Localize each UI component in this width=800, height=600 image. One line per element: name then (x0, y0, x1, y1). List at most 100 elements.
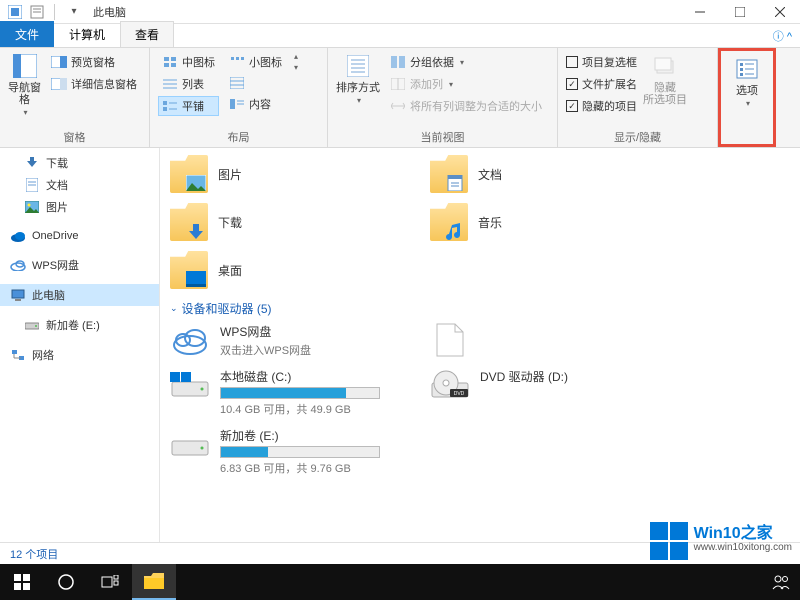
folder-pictures[interactable]: 图片 (170, 152, 390, 196)
folder-music[interactable]: 音乐 (430, 200, 650, 244)
folder-icon (170, 155, 208, 193)
layout-list-button[interactable]: 列表 (158, 74, 219, 94)
drive-dvd[interactable]: DVD DVD 驱动器 (D:) (430, 368, 670, 417)
folder-desktop[interactable]: 桌面 (170, 248, 390, 292)
options-button[interactable]: 选项 ▾ (729, 55, 765, 108)
preview-pane-icon (51, 55, 67, 69)
sort-button[interactable]: 排序方式 ▾ (336, 52, 380, 105)
layout-content-button[interactable]: 内容 (225, 94, 286, 114)
main-area: 下载 文档 图片 OneDrive WPS网盘 此电脑 新加卷 (E:) 网络 … (0, 148, 800, 542)
sidebar-item-network[interactable]: 网络 (0, 344, 159, 366)
app-icon (6, 3, 24, 21)
onedrive-icon (10, 229, 26, 243)
autosize-button: 将所有列调整为合适的大小 (386, 96, 546, 116)
preview-pane-button[interactable]: 预览窗格 (47, 52, 141, 72)
start-button[interactable] (0, 564, 44, 600)
quick-access-toolbar: ▾ 此电脑 (0, 3, 126, 21)
details-icon (229, 76, 245, 90)
drive-wps[interactable]: WPS网盘 双击进入WPS网盘 (170, 323, 410, 358)
sidebar-item-onedrive[interactable]: OneDrive (0, 226, 159, 246)
drive-icon (170, 427, 210, 461)
qat-dropdown-icon[interactable]: ▾ (65, 3, 83, 21)
cloud-icon (10, 258, 26, 272)
ribbon-help-icon[interactable]: ⓘ ^ (773, 28, 792, 44)
sidebar-item-wps[interactable]: WPS网盘 (0, 254, 159, 276)
checkbox-icon (566, 56, 578, 68)
folder-icon (170, 251, 208, 289)
chevron-down-icon: ▾ (460, 58, 464, 67)
tab-view[interactable]: 查看 (120, 21, 174, 47)
drive-blank[interactable] (430, 323, 670, 358)
group-icon (390, 55, 406, 69)
group-label-panes: 窗格 (8, 127, 141, 145)
tiles-icon (162, 99, 178, 113)
groupby-button[interactable]: 分组依据▾ (386, 52, 546, 72)
properties-icon[interactable] (28, 3, 46, 21)
devices-header[interactable]: ⌄ 设备和驱动器 (5) (170, 300, 800, 317)
network-icon (10, 348, 26, 362)
sidebar-item-documents[interactable]: 文档 (0, 174, 159, 196)
file-icon (430, 323, 470, 357)
window-controls (680, 0, 800, 24)
drive-icon (24, 318, 40, 332)
people-icon[interactable] (772, 574, 790, 590)
drive-c[interactable]: 本地磁盘 (C:) 10.4 GB 可用，共 49.9 GB (170, 368, 410, 417)
folder-downloads[interactable]: 下载 (170, 200, 390, 244)
sidebar-item-thispc[interactable]: 此电脑 (0, 284, 159, 306)
nav-pane-button[interactable]: 导航窗格 ▾ (8, 52, 41, 117)
chk-extensions[interactable]: ✓文件扩展名 (566, 74, 637, 94)
chevron-down-icon: ▾ (23, 108, 27, 117)
autosize-icon (390, 99, 406, 113)
drive-e[interactable]: 新加卷 (E:) 6.83 GB 可用，共 9.76 GB (170, 427, 410, 476)
nav-pane-icon (11, 52, 39, 80)
ribbon-group-showhide: 项目复选框 ✓文件扩展名 ✓隐藏的项目 隐藏所选项目 显示/隐藏 (558, 48, 718, 147)
cloud-icon (170, 323, 210, 357)
layout-medium-button[interactable]: 中图标 (158, 52, 219, 72)
folder-icon (430, 155, 468, 193)
sidebar-item-volume-e[interactable]: 新加卷 (E:) (0, 314, 159, 336)
layout-small-button[interactable]: 小图标 (225, 52, 286, 72)
separator (54, 4, 55, 20)
sidebar-item-downloads[interactable]: 下载 (0, 152, 159, 174)
ribbon: 导航窗格 ▾ 预览窗格 详细信息窗格 窗格 中图标 列表 平铺 (0, 48, 800, 148)
details-pane-button[interactable]: 详细信息窗格 (47, 74, 141, 94)
ribbon-tabs: 文件 计算机 查看 ⓘ ^ (0, 24, 800, 48)
group-label-view: 当前视图 (336, 127, 549, 145)
chevron-down-icon: ▾ (449, 80, 453, 89)
sort-icon (344, 52, 372, 80)
minimize-button[interactable] (680, 0, 720, 24)
layout-tiles-button[interactable]: 平铺 (158, 96, 219, 116)
addcol-button: 添加列▾ (386, 74, 546, 94)
download-icon (24, 156, 40, 170)
explorer-taskbar-button[interactable] (132, 564, 176, 600)
taskview-button[interactable] (88, 564, 132, 600)
folder-icon (430, 203, 468, 241)
close-button[interactable] (760, 0, 800, 24)
watermark-url: www.win10xitong.com (694, 541, 792, 555)
folder-documents[interactable]: 文档 (430, 152, 650, 196)
usage-bar (220, 387, 380, 399)
content-icon (229, 97, 245, 111)
watermark: Win10之家 www.win10xitong.com (650, 522, 792, 560)
drive-icon (170, 368, 210, 402)
layout-more-icon[interactable]: ▴ (294, 52, 298, 61)
ribbon-group-panes: 导航窗格 ▾ 预览窗格 详细信息窗格 窗格 (0, 48, 150, 147)
chevron-down-icon: ▾ (746, 99, 750, 108)
cortana-button[interactable] (44, 564, 88, 600)
chk-item-boxes[interactable]: 项目复选框 (566, 52, 637, 72)
maximize-button[interactable] (720, 0, 760, 24)
list-icon (162, 77, 178, 91)
medium-icons-icon (162, 55, 178, 69)
sidebar-item-pictures[interactable]: 图片 (0, 196, 159, 218)
svg-text:DVD: DVD (454, 391, 465, 397)
picture-icon (24, 200, 40, 214)
hide-icon (651, 52, 679, 80)
windows-logo-icon (650, 522, 688, 560)
chk-hidden[interactable]: ✓隐藏的项目 (566, 96, 637, 116)
tab-computer[interactable]: 计算机 (54, 21, 120, 47)
tab-file[interactable]: 文件 (0, 21, 54, 47)
watermark-brand: Win10之家 (694, 527, 792, 541)
layout-details-button[interactable] (225, 74, 286, 92)
chevron-down-icon: ▾ (357, 96, 361, 105)
layout-more-icon2[interactable]: ▾ (294, 63, 298, 72)
